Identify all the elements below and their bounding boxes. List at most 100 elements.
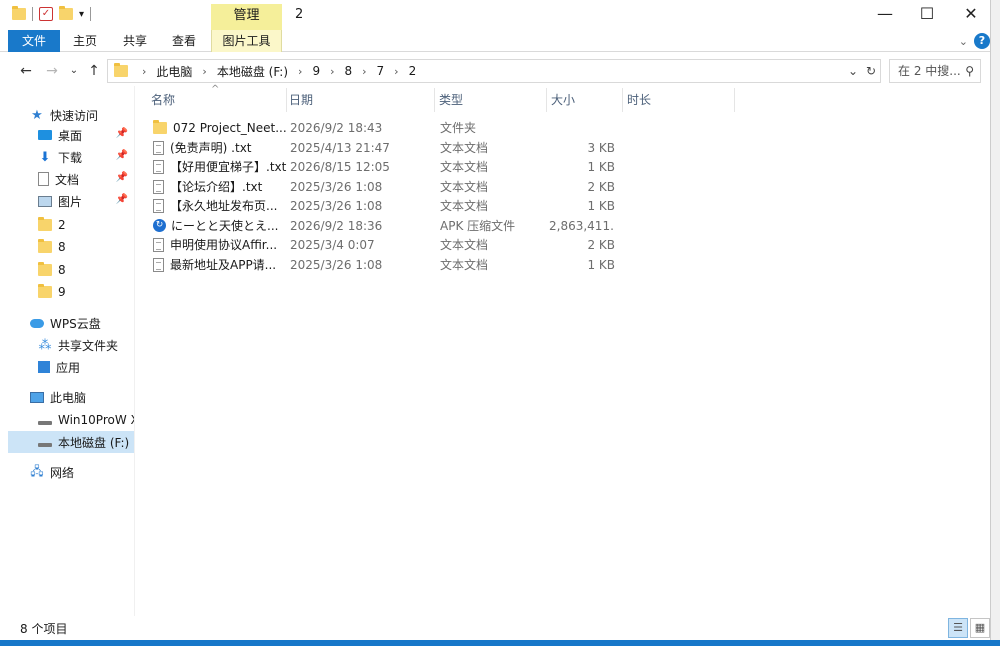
chevron-right-icon[interactable]: ›: [352, 65, 376, 78]
nav-quick-access[interactable]: ★ 快速访问: [30, 104, 134, 126]
breadcrumb-drive-f[interactable]: 本地磁盘 (F:): [217, 63, 288, 80]
star-icon: ★: [31, 107, 43, 123]
item-count: 8 个项目: [20, 622, 68, 636]
file-row[interactable]: 【论坛介绍】.txt 2025/3/26 1:08 文本文档 2 KB: [135, 177, 990, 197]
recent-locations-button[interactable]: ⌄: [64, 60, 84, 82]
file-row[interactable]: (免责声明) .txt 2025/4/13 21:47 文本文档 3 KB: [135, 138, 990, 158]
tab-manage[interactable]: 管理: [211, 4, 282, 30]
tab-share[interactable]: 共享: [116, 30, 154, 52]
file-name: 【论坛介绍】.txt: [170, 179, 263, 194]
folder-icon: [38, 284, 52, 298]
chevron-right-icon[interactable]: ›: [288, 65, 312, 78]
nav-drive-c[interactable]: Win10ProW X: [0, 409, 134, 431]
chevron-right-icon[interactable]: ›: [320, 65, 344, 78]
back-button[interactable]: ←: [16, 60, 36, 82]
nav-network[interactable]: 🖧 网络: [0, 461, 134, 483]
nav-item-folder-9[interactable]: 9: [0, 281, 134, 303]
text-file-icon: [153, 179, 164, 194]
text-file-icon: [153, 257, 164, 272]
maximize-button[interactable]: ☐: [904, 4, 950, 26]
nav-drive-f[interactable]: 本地磁盘 (F:): [8, 431, 134, 453]
nav-item-folder-8[interactable]: 8: [0, 236, 134, 258]
file-date: 2026/9/2 18:36: [290, 218, 383, 233]
details-view-button[interactable]: ☰: [948, 618, 968, 638]
expand-ribbon-icon[interactable]: ⌄: [959, 35, 968, 48]
column-header-date[interactable]: 日期: [285, 88, 435, 112]
refresh-icon[interactable]: ↻: [862, 64, 880, 78]
apk-icon: ↻: [153, 219, 166, 232]
properties-icon[interactable]: ✓: [39, 7, 53, 21]
file-name: 最新地址及APP请...: [170, 257, 277, 272]
nav-shared-folder[interactable]: ⁂ 共享文件夹: [0, 334, 134, 356]
text-file-icon: [153, 199, 164, 213]
address-bar[interactable]: › 此电脑 › 本地磁盘 (F:) › 9 › 8 › 7 › 2 ⌄ ↻: [107, 59, 881, 83]
column-header-type[interactable]: 类型: [435, 88, 547, 112]
file-name: 072 Project_Neet...: [173, 121, 287, 135]
breadcrumb-9[interactable]: 9: [312, 64, 320, 78]
file-size: 2 KB: [587, 179, 615, 194]
file-row[interactable]: 【好用便宜梯子】.txt 2026/8/15 12:05 文本文档 1 KB: [135, 157, 990, 177]
folder-icon: [38, 262, 52, 276]
nav-item-downloads[interactable]: ⬇ 下载 📌: [0, 146, 134, 168]
pictures-icon: [38, 195, 52, 207]
chevron-right-icon[interactable]: ›: [384, 65, 408, 78]
nav-apps[interactable]: 应用: [0, 356, 134, 378]
nav-label: 图片: [58, 194, 83, 209]
help-icon[interactable]: ?: [974, 33, 990, 49]
tab-home[interactable]: 主页: [66, 30, 104, 52]
taskbar-edge: [0, 640, 1000, 646]
nav-item-desktop[interactable]: 桌面 📌: [0, 124, 134, 146]
nav-label: 快速访问: [50, 108, 99, 123]
cloud-icon: [30, 318, 44, 328]
nav-item-documents[interactable]: 文档 📌: [0, 168, 134, 190]
nav-label: WPS云盘: [50, 316, 101, 331]
search-input[interactable]: 在 2 中搜... ⚲: [889, 59, 981, 83]
breadcrumb-2[interactable]: 2: [409, 64, 417, 78]
ribbon-right-controls: ⌄ ?: [959, 33, 990, 49]
file-type: 文本文档: [440, 199, 489, 213]
breadcrumb-7[interactable]: 7: [377, 64, 385, 78]
file-size: 1 KB: [587, 160, 615, 174]
address-bar-controls: ⌄ ↻: [844, 60, 880, 82]
nav-this-pc[interactable]: 此电脑: [0, 386, 134, 408]
new-folder-icon[interactable]: [59, 6, 73, 20]
network-icon: 🖧: [30, 463, 44, 478]
file-row[interactable]: 最新地址及APP请... 2025/3/26 1:08 文本文档 1 KB: [135, 255, 990, 275]
customize-toolbar-icon[interactable]: ▾: [79, 9, 84, 20]
file-row[interactable]: 申明使用协议Affir... 2025/3/4 0:07 文本文档 2 KB: [135, 235, 990, 255]
up-button[interactable]: ↑: [84, 60, 104, 82]
file-row[interactable]: 072 Project_Neet... 2026/9/2 18:43 文件夹: [135, 118, 990, 138]
forward-button[interactable]: →: [42, 60, 62, 82]
tab-view[interactable]: 查看: [165, 30, 203, 52]
divider: [32, 7, 33, 21]
nav-item-folder-8[interactable]: 8: [0, 259, 134, 281]
tab-file[interactable]: 文件: [8, 30, 60, 52]
breadcrumb-8[interactable]: 8: [344, 64, 352, 78]
close-button[interactable]: ✕: [948, 4, 990, 26]
chevron-right-icon[interactable]: ›: [132, 65, 156, 78]
file-size: 3 KB: [587, 140, 615, 155]
text-file-icon: [153, 238, 164, 252]
desktop-icon: [38, 130, 52, 140]
nav-item-pictures[interactable]: 图片 📌: [0, 190, 134, 212]
minimize-button[interactable]: —: [862, 4, 908, 26]
file-date: 2026/9/2 18:43: [290, 121, 383, 135]
column-header-name[interactable]: 名称: [147, 88, 287, 112]
breadcrumb-this-pc[interactable]: 此电脑: [156, 63, 192, 80]
large-icons-view-button[interactable]: ▦: [970, 618, 990, 638]
address-dropdown-icon[interactable]: ⌄: [844, 64, 862, 78]
nav-item-folder-2[interactable]: 2: [0, 214, 134, 236]
file-row[interactable]: 【永久地址发布页... 2025/3/26 1:08 文本文档 1 KB: [135, 196, 990, 216]
file-name: にーとと天使とえ...: [171, 218, 279, 233]
nav-label: 2: [58, 218, 66, 232]
file-date: 2026/8/15 12:05: [290, 160, 390, 174]
tab-picture-tools[interactable]: 图片工具: [211, 30, 282, 52]
file-size: [549, 118, 615, 138]
column-header-duration[interactable]: 时长: [623, 88, 735, 112]
nav-label: 应用: [56, 360, 81, 375]
drive-icon: [38, 443, 52, 447]
chevron-right-icon[interactable]: ›: [192, 65, 216, 78]
column-header-size[interactable]: 大小: [547, 88, 623, 112]
nav-wps-cloud[interactable]: WPS云盘: [0, 312, 134, 334]
file-row[interactable]: ↻ にーとと天使とえ... 2026/9/2 18:36 APK 压缩文件 2,8…: [135, 216, 990, 236]
